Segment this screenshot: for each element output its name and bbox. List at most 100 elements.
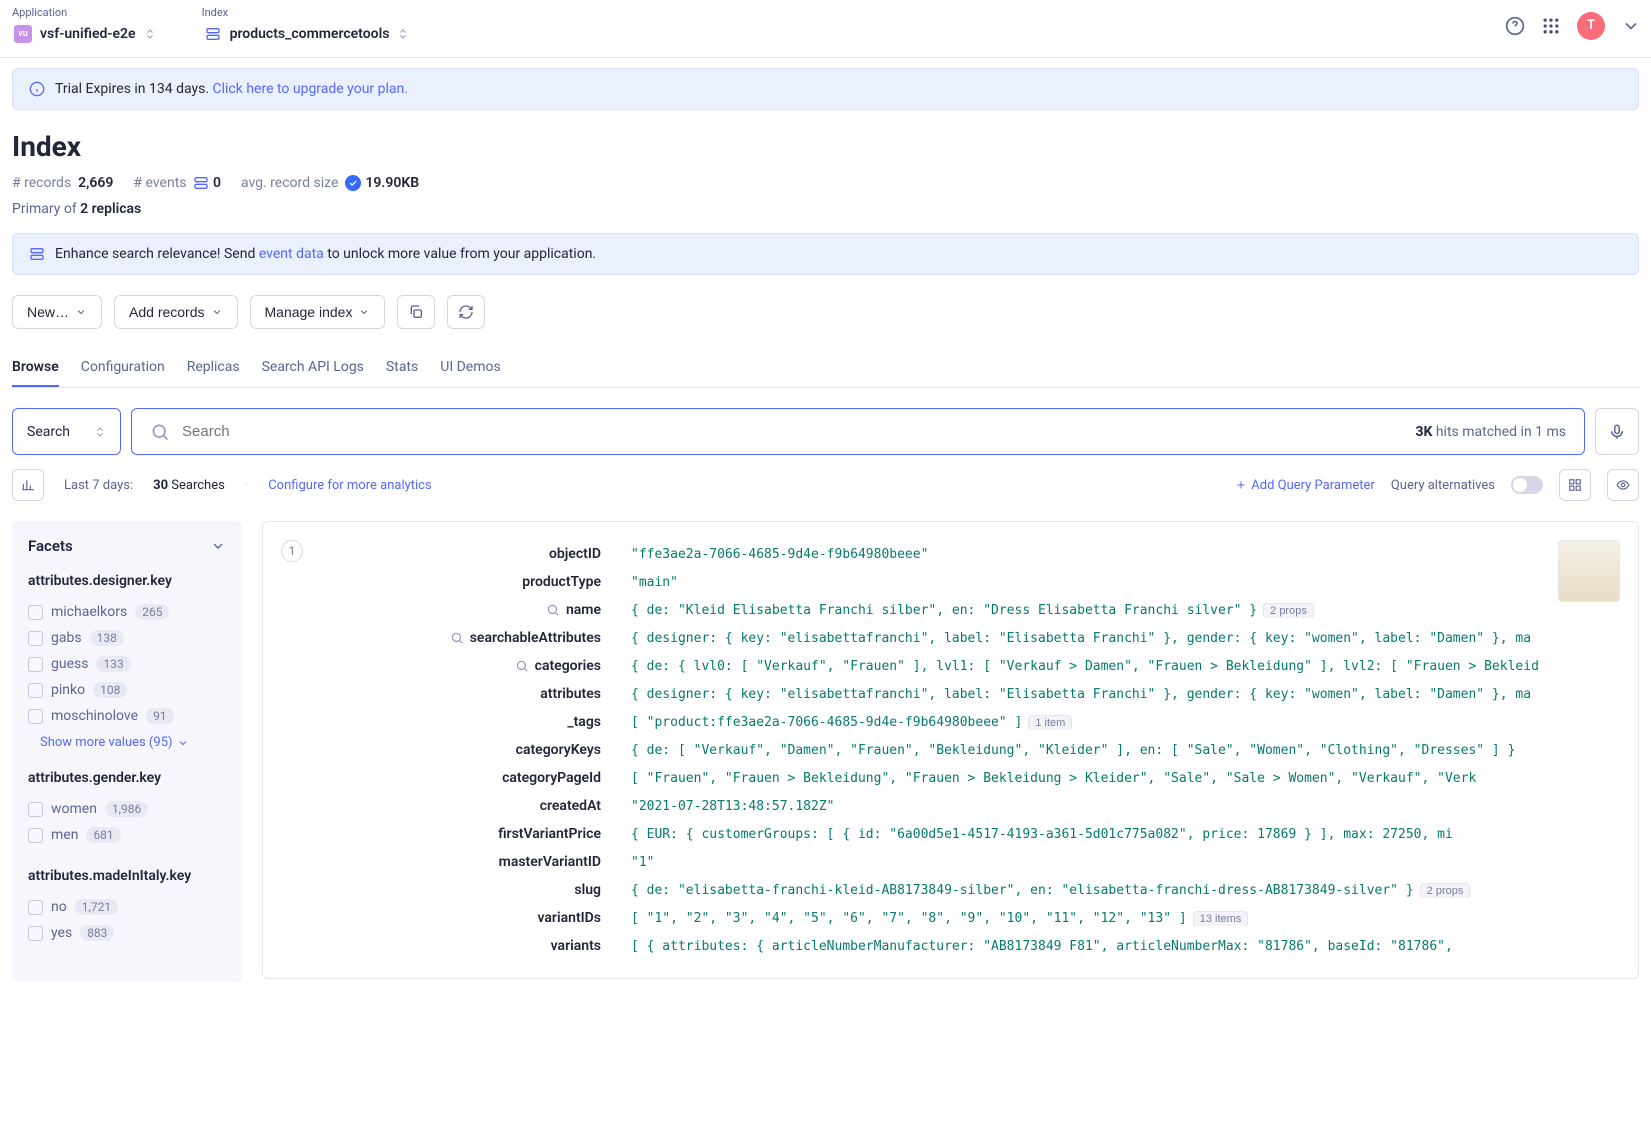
facet-checkbox[interactable] xyxy=(28,657,43,672)
tab-configuration[interactable]: Configuration xyxy=(81,349,165,387)
search-input[interactable] xyxy=(170,409,1415,454)
manage-index-button[interactable]: Manage index xyxy=(250,295,386,329)
facet-item[interactable]: no1,721 xyxy=(28,894,226,920)
plus-icon xyxy=(1235,479,1247,491)
facet-label: women xyxy=(51,801,97,817)
facet-checkbox[interactable] xyxy=(28,683,43,698)
record-key: variantIDs xyxy=(321,910,601,926)
upgrade-link[interactable]: Click here to upgrade your plan. xyxy=(213,81,408,97)
record-row: firstVariantPrice{ EUR: { customerGroups… xyxy=(321,820,1540,848)
grid-view-button[interactable] xyxy=(1559,469,1591,501)
copy-button[interactable] xyxy=(397,295,435,329)
record-key: objectID xyxy=(321,546,601,562)
add-records-button[interactable]: Add records xyxy=(114,295,237,329)
facet-count: 883 xyxy=(80,925,114,941)
record-number: 1 xyxy=(281,540,303,562)
check-badge-icon xyxy=(345,175,361,191)
record-key: _tags xyxy=(321,714,601,730)
record-value: { de: "elisabetta-franchi-kleid-AB817384… xyxy=(631,883,1540,898)
analytics-row: Last 7 days: 30 Searches · Configure for… xyxy=(12,469,1639,501)
mic-button[interactable] xyxy=(1595,408,1639,455)
facet-label: guess xyxy=(51,656,88,672)
facet-count: 681 xyxy=(86,827,120,843)
facet-label: michaelkors xyxy=(51,604,127,620)
facet-item[interactable]: men 681 xyxy=(28,822,226,848)
tab-browse[interactable]: Browse xyxy=(12,349,59,387)
facet-count: 1,721 xyxy=(75,899,118,915)
record-value: { de: "Kleid Elisabetta Franchi silber",… xyxy=(631,603,1540,618)
tab-search-api-logs[interactable]: Search API Logs xyxy=(262,349,364,387)
record-thumbnail xyxy=(1558,540,1620,602)
tab-replicas[interactable]: Replicas xyxy=(187,349,240,387)
refresh-button[interactable] xyxy=(447,295,485,329)
refresh-icon xyxy=(458,304,474,320)
query-alternatives-label: Query alternatives xyxy=(1391,478,1495,493)
facet-item[interactable]: gabs138 xyxy=(28,625,226,651)
facet-label: men xyxy=(51,827,78,843)
tab-stats[interactable]: Stats xyxy=(386,349,418,387)
search-icon xyxy=(150,422,170,442)
configure-analytics-link[interactable]: Configure for more analytics xyxy=(268,478,431,493)
facet-checkbox[interactable] xyxy=(28,709,43,724)
chevron-down-icon xyxy=(211,306,223,318)
facet-checkbox[interactable] xyxy=(28,605,43,620)
facet-checkbox[interactable] xyxy=(28,926,43,941)
database-icon xyxy=(29,246,45,262)
facet-count: 1,986 xyxy=(105,801,148,817)
facet-item[interactable]: yes883 xyxy=(28,920,226,946)
index-selector[interactable]: products_commercetools xyxy=(200,23,414,45)
action-row: New… Add records Manage index xyxy=(12,295,1639,329)
stats-row: # records 2,669 # events 0 avg. record s… xyxy=(12,175,1639,191)
database-icon xyxy=(193,175,209,191)
tabs: Browse Configuration Replicas Search API Lo… xyxy=(12,349,1639,388)
page-title: Index xyxy=(12,130,1639,163)
hits-text: 3K hits matched in 1 ms xyxy=(1415,424,1566,440)
facet-checkbox[interactable] xyxy=(28,802,43,817)
record-key: createdAt xyxy=(321,798,601,814)
chevron-down-icon[interactable] xyxy=(210,538,226,554)
help-icon[interactable] xyxy=(1505,16,1525,36)
record-panel: 1 objectID"ffe3ae2a-7066-4685-9d4e-f9b64… xyxy=(262,521,1639,979)
record-row: categoryKeys{ de: [ "Verkauf", "Damen", … xyxy=(321,736,1540,764)
query-alternatives-toggle[interactable] xyxy=(1511,476,1543,494)
enhance-text: Enhance search relevance! Send event dat… xyxy=(55,246,596,262)
event-data-link[interactable]: event data xyxy=(259,246,324,262)
record-row: createdAt"2021-07-28T13:48:57.182Z" xyxy=(321,792,1540,820)
avatar[interactable]: T xyxy=(1577,12,1605,40)
trial-banner: Trial Expires in 134 days. Click here to… xyxy=(12,68,1639,110)
facet-item[interactable]: guess133 xyxy=(28,651,226,677)
facet-group-name: attributes.gender.key xyxy=(28,770,226,786)
facet-checkbox[interactable] xyxy=(28,900,43,915)
grid-icon xyxy=(1568,478,1582,492)
application-selector[interactable]: vu vsf-unified-e2e xyxy=(10,23,160,45)
facet-checkbox[interactable] xyxy=(28,828,43,843)
app-icon: vu xyxy=(14,25,32,43)
record-value: "1" xyxy=(631,855,1540,870)
chevron-down-icon[interactable] xyxy=(1621,16,1641,36)
record-row: variantIDs[ "1", "2", "3", "4", "5", "6"… xyxy=(321,904,1540,932)
mic-icon xyxy=(1608,423,1626,441)
prop-badge: 13 items xyxy=(1193,911,1249,926)
prop-badge: 2 props xyxy=(1420,883,1471,898)
facet-item[interactable]: pinko108 xyxy=(28,677,226,703)
chart-button[interactable] xyxy=(12,469,44,501)
facet-count: 265 xyxy=(135,604,169,620)
tab-ui-demos[interactable]: UI Demos xyxy=(440,349,500,387)
facet-item[interactable]: women 1,986 xyxy=(28,796,226,822)
show-more-values[interactable]: Show more values (95) xyxy=(28,735,226,750)
new-button[interactable]: New… xyxy=(12,295,102,329)
add-query-param-button[interactable]: Add Query Parameter xyxy=(1235,478,1375,493)
record-key: slug xyxy=(321,882,601,898)
apps-grid-icon[interactable] xyxy=(1541,16,1561,36)
facet-checkbox[interactable] xyxy=(28,631,43,646)
prop-badge: 2 props xyxy=(1263,603,1314,618)
record-row: slug { de: "elisabetta-franchi-kleid-AB81… xyxy=(321,876,1540,904)
eye-button[interactable] xyxy=(1607,469,1639,501)
facet-count: 108 xyxy=(93,682,127,698)
record-key: categoryKeys xyxy=(321,742,601,758)
facet-item[interactable]: moschinolove91 xyxy=(28,703,226,729)
chevron-updown-icon xyxy=(94,426,106,438)
index-label: Index xyxy=(200,6,414,19)
facet-item[interactable]: michaelkors 265 xyxy=(28,599,226,625)
search-mode-selector[interactable]: Search xyxy=(12,408,121,455)
